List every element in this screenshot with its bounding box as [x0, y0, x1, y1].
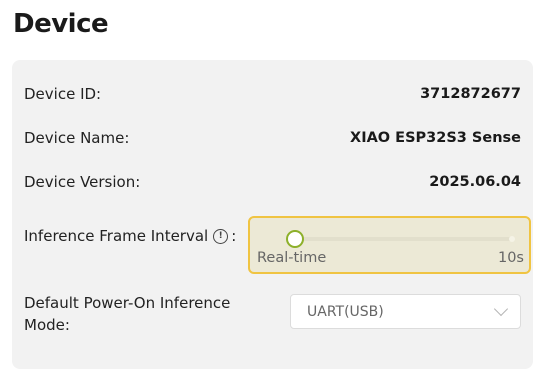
chevron-down-icon — [493, 301, 509, 317]
inference-interval-colon: : — [231, 227, 237, 245]
inference-interval-slider[interactable]: Real-time 10s — [248, 216, 531, 274]
slider-end-dot — [509, 236, 515, 242]
page-title: Device — [13, 9, 109, 39]
power-on-mode-label: Default Power-On Inference Mode: — [24, 294, 231, 334]
inference-interval-label: Inference Frame Interval — [24, 227, 209, 245]
slider-min-label: Real-time — [257, 250, 327, 266]
device-info-panel: Device ID: 3712872677 Device Name: XIAO … — [12, 60, 533, 369]
device-version-label: Device Version: — [24, 173, 141, 191]
device-id-label: Device ID: — [24, 85, 102, 103]
device-name-label: Device Name: — [24, 129, 130, 147]
device-id-value: 3712872677 — [420, 86, 521, 102]
slider-max-label: 10s — [497, 250, 524, 266]
info-icon[interactable]: ! — [213, 228, 229, 244]
power-on-mode-select[interactable]: UART(USB) — [290, 294, 521, 329]
device-id-row: Device ID: 3712872677 — [24, 82, 521, 106]
device-name-row: Device Name: XIAO ESP32S3 Sense — [24, 126, 521, 150]
slider-track[interactable] — [294, 237, 513, 241]
power-on-mode-selected-value: UART(USB) — [307, 303, 384, 320]
device-version-row: Device Version: 2025.06.04 — [24, 170, 521, 194]
device-version-value: 2025.06.04 — [429, 174, 521, 190]
slider-handle[interactable] — [286, 230, 304, 248]
device-name-value: XIAO ESP32S3 Sense — [350, 130, 521, 146]
device-page: Device Device ID: 3712872677 Device Name… — [0, 0, 547, 380]
inference-interval-label-group: Inference Frame Interval ! : — [24, 227, 236, 245]
